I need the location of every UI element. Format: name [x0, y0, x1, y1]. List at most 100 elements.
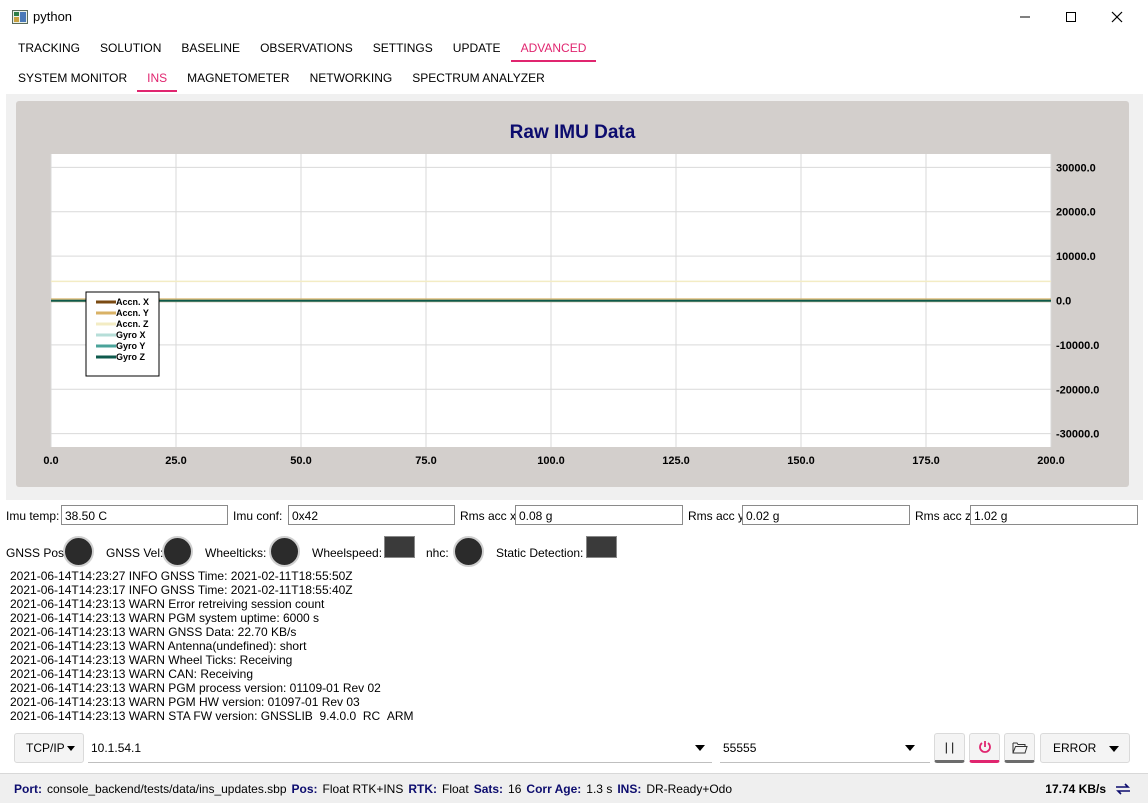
minimize-button[interactable]	[1002, 0, 1048, 34]
chevron-down-icon	[1109, 746, 1119, 752]
gnss-pos-label: GNSS Pos:	[6, 546, 68, 560]
imu-conf-label: Imu conf:	[233, 509, 283, 523]
transfer-icon	[1116, 783, 1130, 795]
imu-conf-field[interactable]: 0x42	[288, 505, 455, 525]
nhc-indicator	[453, 536, 484, 567]
status-rtk-key: RTK:	[408, 781, 438, 796]
tab-settings[interactable]: SETTINGS	[363, 36, 443, 62]
chevron-down-icon	[67, 746, 75, 751]
tab-solution[interactable]: SOLUTION	[90, 36, 171, 62]
rms-acc-z-field[interactable]: 1.02 g	[970, 505, 1138, 525]
imu-temp-label: Imu temp:	[6, 509, 60, 523]
pause-label: | |	[944, 740, 955, 754]
x-tick-label: 200.0	[1037, 455, 1065, 467]
legend-label: Gyro Y	[116, 341, 145, 351]
log-line: 2021-06-14T14:23:13 WARN Wheel Ticks: Re…	[10, 653, 293, 667]
legend-label: Gyro X	[116, 330, 146, 340]
x-tick-label: 25.0	[165, 455, 186, 467]
wheelticks-label: Wheelticks:	[205, 546, 267, 560]
log-line: 2021-06-14T14:23:13 WARN Antenna(undefin…	[10, 639, 307, 653]
log-level-value: ERROR	[1053, 741, 1097, 755]
wheelspeed-label: Wheelspeed:	[312, 546, 383, 560]
x-tick-label: 150.0	[787, 455, 815, 467]
legend-label: Accn. Y	[116, 308, 149, 318]
log-level-select[interactable]: ERROR	[1040, 733, 1130, 763]
folder-open-icon	[1012, 742, 1028, 753]
tab-system-monitor[interactable]: SYSTEM MONITOR	[8, 66, 137, 92]
legend-label: Gyro Z	[116, 352, 146, 362]
status-rtk-value: Float	[442, 781, 469, 796]
chevron-down-icon	[695, 745, 705, 751]
status-port-value: console_backend/tests/data/ins_updates.s…	[47, 781, 287, 796]
tab-update[interactable]: UPDATE	[443, 36, 511, 62]
tab-magnetometer[interactable]: MAGNETOMETER	[177, 66, 299, 92]
gnss-vel-indicator	[162, 536, 193, 567]
y-tick-label: -20000.0	[1056, 384, 1099, 396]
protocol-select[interactable]: TCP/IP	[14, 733, 84, 763]
wheelspeed-indicator	[384, 536, 415, 558]
rms-acc-x-field[interactable]: 0.08 g	[515, 505, 683, 525]
close-button[interactable]	[1094, 0, 1140, 34]
log-line: 2021-06-14T14:23:13 WARN PGM HW version:…	[10, 695, 360, 709]
tab-networking[interactable]: NETWORKING	[300, 66, 403, 92]
log-line: 2021-06-14T14:23:17 INFO GNSS Time: 2021…	[10, 583, 353, 597]
y-tick-label: -30000.0	[1056, 429, 1099, 441]
status-corr-age-key: Corr Age:	[526, 781, 582, 796]
log-line: 2021-06-14T14:23:13 WARN Error retreivin…	[10, 597, 325, 611]
x-tick-label: 125.0	[662, 455, 690, 467]
x-tick-label: 175.0	[912, 455, 940, 467]
rms-acc-y-field[interactable]: 0.02 g	[742, 505, 910, 525]
connect-button[interactable]	[969, 733, 1000, 763]
y-tick-label: 30000.0	[1056, 162, 1096, 174]
wheelticks-indicator	[269, 536, 300, 567]
tab-advanced[interactable]: ADVANCED	[510, 36, 597, 62]
status-bar: Port: console_backend/tests/data/ins_upd…	[0, 773, 1148, 803]
log-line: 2021-06-14T14:23:13 WARN GNSS Data: 22.7…	[10, 625, 297, 639]
static-detection-indicator	[586, 536, 617, 558]
minimize-icon	[1020, 16, 1030, 18]
status-sats-key: Sats:	[473, 781, 504, 796]
legend-label: Accn. Z	[116, 319, 149, 329]
tab-tracking[interactable]: TRACKING	[8, 36, 90, 62]
x-tick-label: 0.0	[43, 455, 58, 467]
nhc-label: nhc:	[426, 546, 449, 560]
status-ins-value: DR-Ready+Odo	[646, 781, 733, 796]
status-port-key: Port:	[14, 781, 42, 796]
tab-ins[interactable]: INS	[137, 66, 178, 92]
tab-observations[interactable]: OBSERVATIONS	[250, 36, 363, 62]
port-combo[interactable]: 55555	[720, 733, 930, 763]
rms-acc-z-label: Rms acc z:	[915, 509, 975, 523]
tab-spectrum-analyzer[interactable]: SPECTRUM ANALYZER	[402, 66, 554, 92]
pause-button[interactable]: | |	[934, 733, 965, 763]
imu-temp-field[interactable]: 38.50 C	[61, 505, 228, 525]
log-line: 2021-06-14T14:23:13 WARN PGM process ver…	[10, 681, 381, 695]
gnss-pos-indicator	[63, 536, 94, 567]
status-pos-key: Pos:	[291, 781, 318, 796]
x-tick-label: 75.0	[415, 455, 436, 467]
window-title: python	[33, 9, 73, 24]
title-bar: python	[0, 0, 1148, 34]
host-value: 10.1.54.1	[91, 740, 142, 755]
host-combo[interactable]: 10.1.54.1	[88, 733, 712, 763]
open-file-button[interactable]	[1004, 733, 1035, 763]
log-line: 2021-06-14T14:23:13 WARN PGM system upti…	[10, 611, 320, 625]
indicator-row: GNSS Pos: GNSS Vel: Wheelticks: Wheelspe…	[6, 535, 1143, 567]
y-tick-label: 20000.0	[1056, 207, 1096, 219]
log-line: 2021-06-14T14:23:13 WARN CAN: Receiving	[10, 667, 254, 681]
chart-legend: Accn. XAccn. YAccn. ZGyro XGyro YGyro Z	[85, 291, 160, 377]
main-tab-bar: TRACKING SOLUTION BASELINE OBSERVATIONS …	[8, 36, 597, 62]
imu-chart: 0.0 25.0 50.0 75.0 100.0 125.0 150.0 175.0 200.0…	[43, 154, 1099, 467]
maximize-button[interactable]	[1048, 0, 1094, 34]
chevron-down-icon	[905, 745, 915, 751]
log-panel[interactable]: 2021-06-14T14:23:27 INFO GNSS Time: 2021…	[10, 569, 1140, 721]
imu-info-row: Imu temp: 38.50 C Imu conf: 0x42 Rms acc…	[6, 505, 1143, 525]
status-sats-value: 16	[508, 781, 522, 796]
rms-acc-x-label: Rms acc x:	[460, 509, 520, 523]
tab-baseline[interactable]: BASELINE	[171, 36, 250, 62]
x-tick-label: 50.0	[290, 455, 311, 467]
log-line: 2021-06-14T14:23:27 INFO GNSS Time: 2021…	[10, 569, 353, 583]
y-tick-label: 0.0	[1056, 296, 1071, 308]
maximize-icon	[1066, 12, 1076, 22]
close-icon	[1111, 11, 1123, 23]
static-detection-label: Static Detection:	[496, 546, 584, 560]
